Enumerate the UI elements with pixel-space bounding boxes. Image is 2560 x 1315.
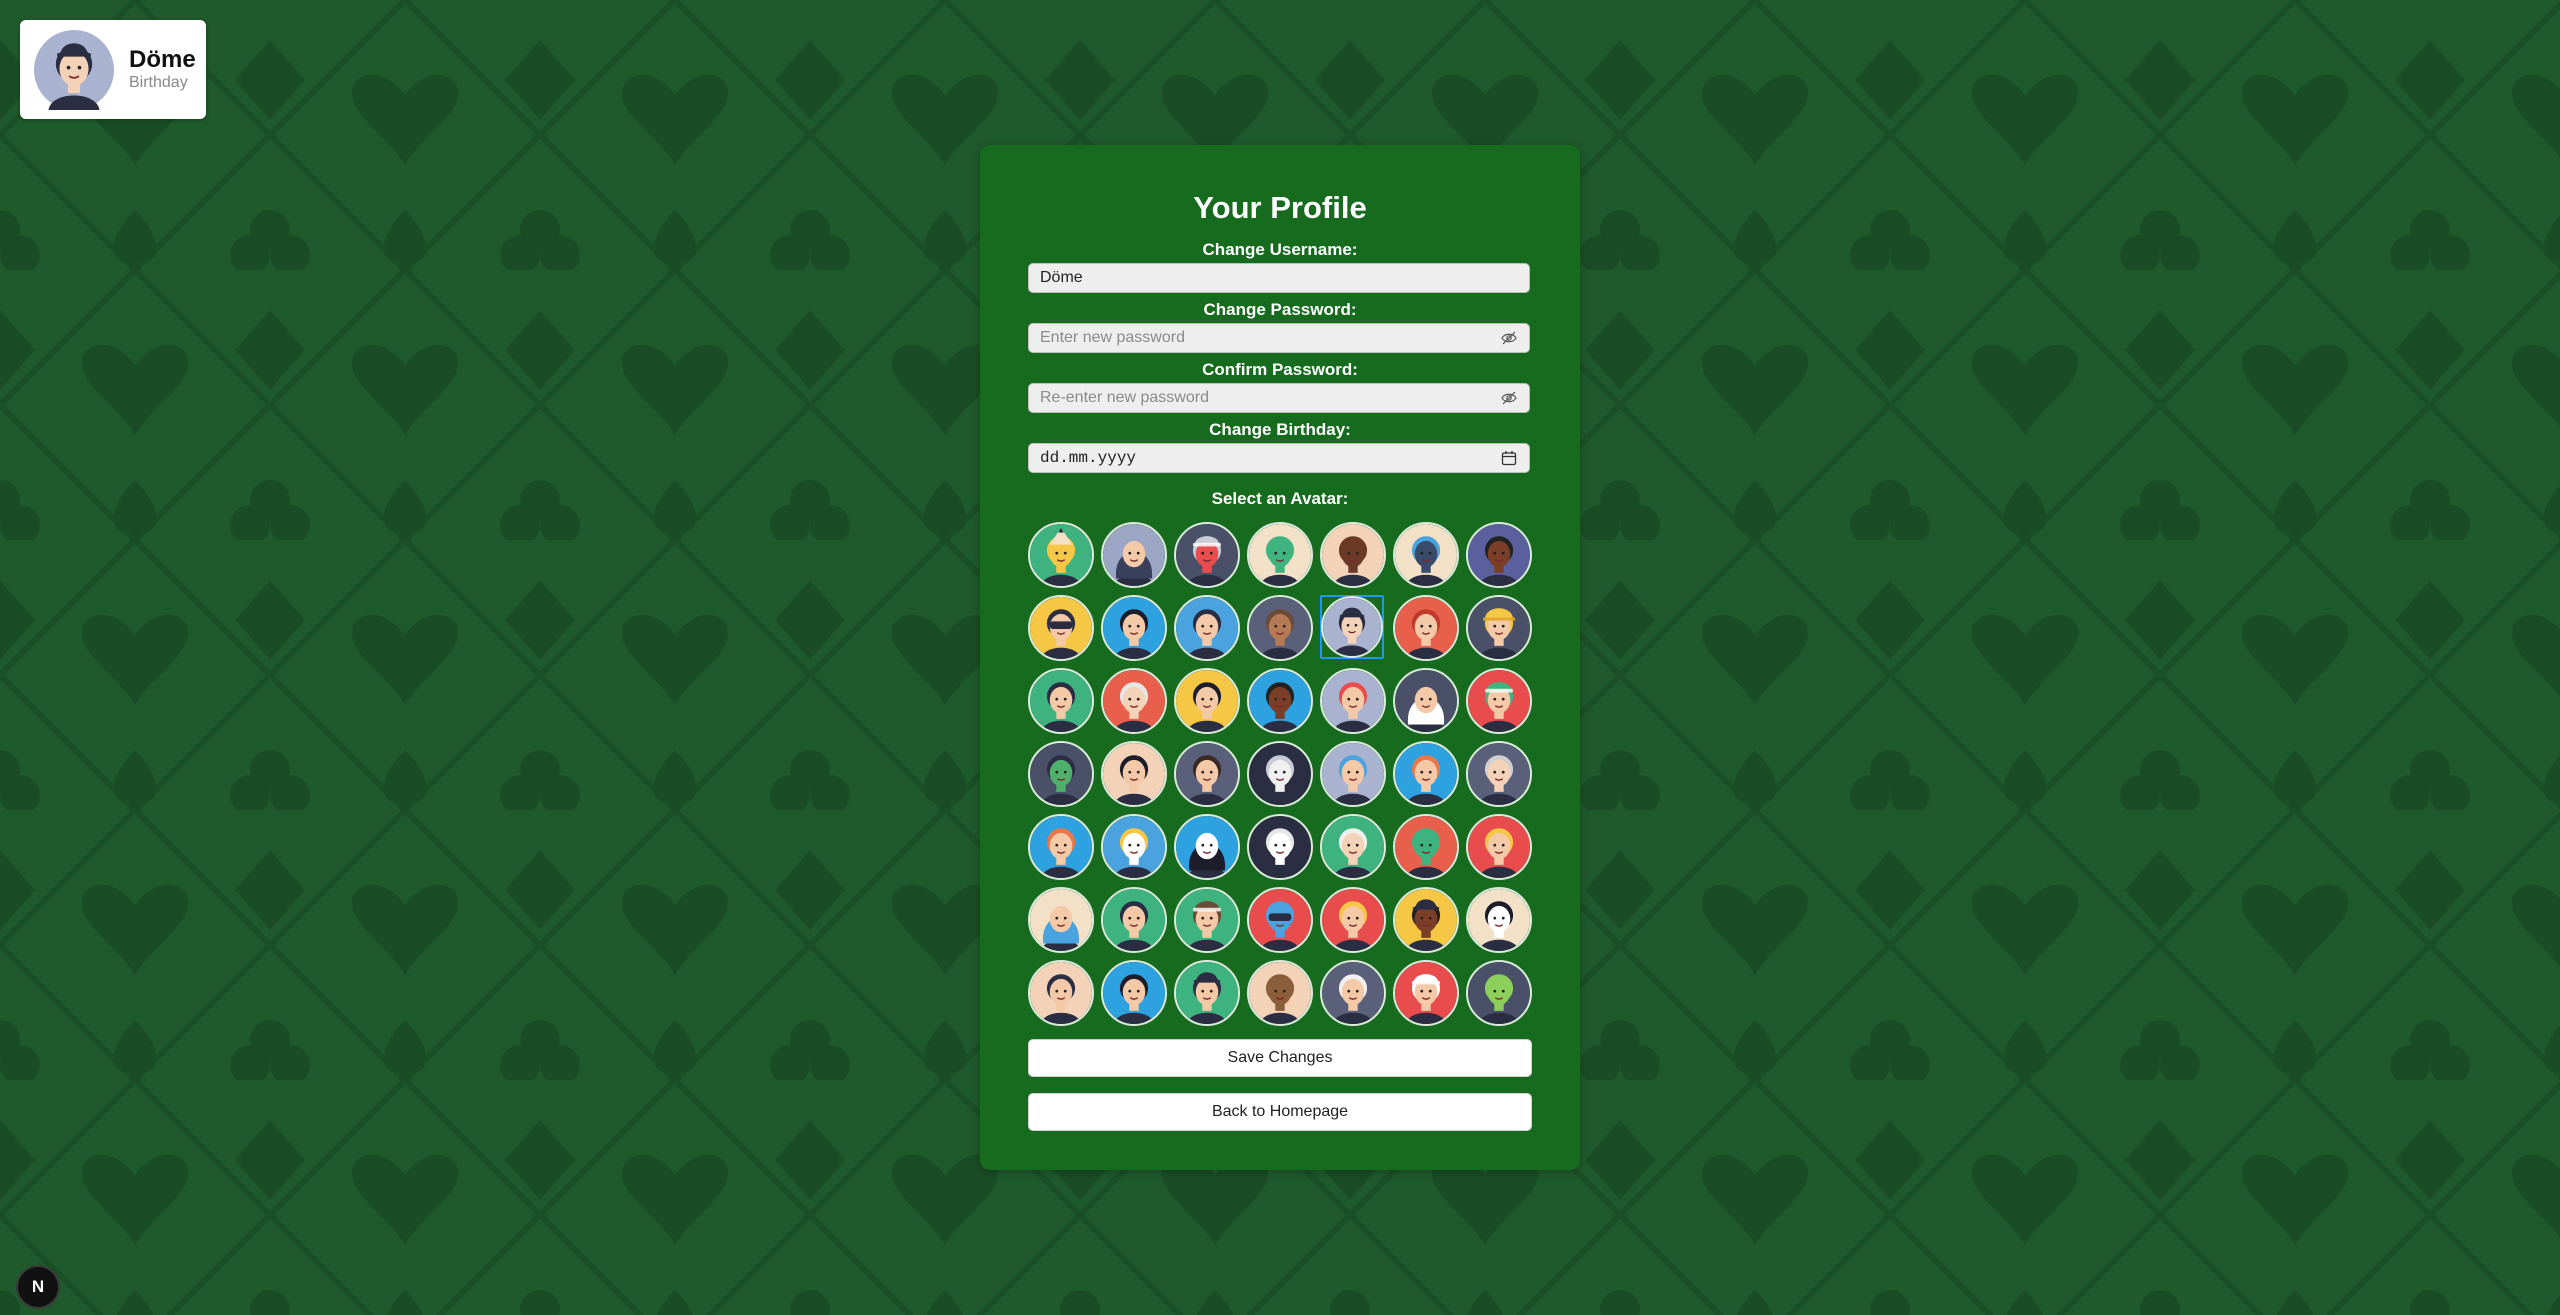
password-field[interactable] — [1028, 323, 1530, 353]
santa-woman-avatar[interactable] — [1028, 887, 1094, 953]
avocado-avatar[interactable] — [1466, 960, 1532, 1026]
rainbow-cloud-avatar[interactable] — [1101, 814, 1167, 880]
einstein-avatar[interactable] — [1320, 814, 1386, 880]
sloth-avatar[interactable] — [1247, 595, 1313, 661]
user-card-username: Döme — [129, 46, 196, 73]
monster-avatar[interactable] — [1393, 522, 1459, 588]
sheep-avatar[interactable] — [1247, 814, 1313, 880]
confirm-password-field[interactable] — [1028, 383, 1530, 413]
username-field[interactable] — [1028, 263, 1530, 293]
pilot-avatar[interactable] — [1174, 887, 1240, 953]
dark-hair-woman-avatar[interactable] — [1101, 595, 1167, 661]
santa-avatar[interactable] — [1393, 960, 1459, 1026]
bald-old-man-avatar[interactable] — [1466, 741, 1532, 807]
password-label: Change Password: — [1203, 300, 1357, 319]
afro-man-avatar[interactable] — [1247, 668, 1313, 734]
ginger-boy-avatar[interactable] — [1393, 741, 1459, 807]
confirm-password-input[interactable] — [1040, 389, 1500, 407]
username-label: Change Username: — [1202, 240, 1358, 259]
avatar-grid — [1028, 522, 1539, 1032]
grandma-avatar[interactable] — [1101, 668, 1167, 734]
profile-panel: Your Profile Change Username: Change Pas… — [980, 145, 1580, 1170]
braids-woman-avatar[interactable] — [1028, 960, 1094, 1026]
eye-off-icon[interactable] — [1500, 329, 1518, 347]
short-hair-woman-avatar[interactable] — [1101, 741, 1167, 807]
bald-man-avatar[interactable] — [1320, 522, 1386, 588]
punk-man-avatar[interactable] — [1320, 668, 1386, 734]
top-hat-man-avatar[interactable] — [1393, 887, 1459, 953]
builder-avatar[interactable] — [1466, 595, 1532, 661]
save-button[interactable]: Save Changes — [1028, 1039, 1532, 1077]
zombie-avatar[interactable] — [1028, 741, 1094, 807]
hijab-woman-avatar[interactable] — [1101, 522, 1167, 588]
robot-bandana-avatar[interactable] — [1174, 522, 1240, 588]
birthday-field[interactable]: dd.mm.yyyy — [1028, 443, 1530, 473]
birthday-input[interactable]: dd.mm.yyyy — [1040, 449, 1500, 467]
white-hair-woman-avatar[interactable] — [1320, 960, 1386, 1026]
avatar-label: Select an Avatar: — [1211, 489, 1349, 508]
birthday-label: Change Birthday: — [1209, 420, 1351, 439]
calendar-icon[interactable] — [1500, 449, 1518, 467]
heisenberg-avatar[interactable] — [1174, 960, 1240, 1026]
alien-avatar[interactable] — [1393, 814, 1459, 880]
user-card-subtitle: Birthday — [129, 74, 188, 91]
confirm-password-label: Confirm Password: — [1202, 360, 1358, 379]
green-cap-boy-avatar[interactable] — [1466, 668, 1532, 734]
old-woman-avatar[interactable] — [1320, 741, 1386, 807]
bearded-man-avatar[interactable] — [1174, 595, 1240, 661]
pencil-avatar[interactable] — [1028, 522, 1094, 588]
glasses-woman-avatar[interactable] — [1174, 741, 1240, 807]
red-hair-woman-avatar[interactable] — [1393, 595, 1459, 661]
chef-hat-man-avatar[interactable] — [1321, 596, 1383, 658]
page-title: Your Profile — [1193, 190, 1367, 225]
bun-woman-avatar[interactable] — [1028, 668, 1094, 734]
no-face-avatar[interactable] — [1174, 814, 1240, 880]
geisha-avatar[interactable] — [1466, 887, 1532, 953]
long-hair-woman-avatar[interactable] — [1174, 668, 1240, 734]
cactus-avatar[interactable] — [1247, 522, 1313, 588]
keffiyeh-man-avatar[interactable] — [1393, 668, 1459, 734]
nextjs-badge-icon[interactable]: N — [18, 1267, 58, 1307]
luchador-avatar[interactable] — [1247, 887, 1313, 953]
user-card[interactable]: Döme Birthday — [20, 20, 206, 119]
username-input[interactable] — [1040, 269, 1518, 287]
password-input[interactable] — [1040, 329, 1500, 347]
bear-avatar[interactable] — [1247, 960, 1313, 1026]
glasses-man-avatar[interactable] — [1101, 960, 1167, 1026]
blonde-man-avatar[interactable] — [1320, 887, 1386, 953]
headband-boy-avatar[interactable] — [1101, 887, 1167, 953]
orange-hair-boy-avatar[interactable] — [1028, 814, 1094, 880]
batman-avatar[interactable] — [1028, 595, 1094, 661]
hockey-mask-avatar[interactable] — [1247, 741, 1313, 807]
curly-hair-man-avatar[interactable] — [1466, 522, 1532, 588]
back-to-homepage-button[interactable]: Back to Homepage — [1028, 1093, 1532, 1131]
eye-off-icon[interactable] — [1500, 389, 1518, 407]
user-avatar — [34, 29, 114, 110]
blonde-woman-avatar[interactable] — [1466, 814, 1532, 880]
